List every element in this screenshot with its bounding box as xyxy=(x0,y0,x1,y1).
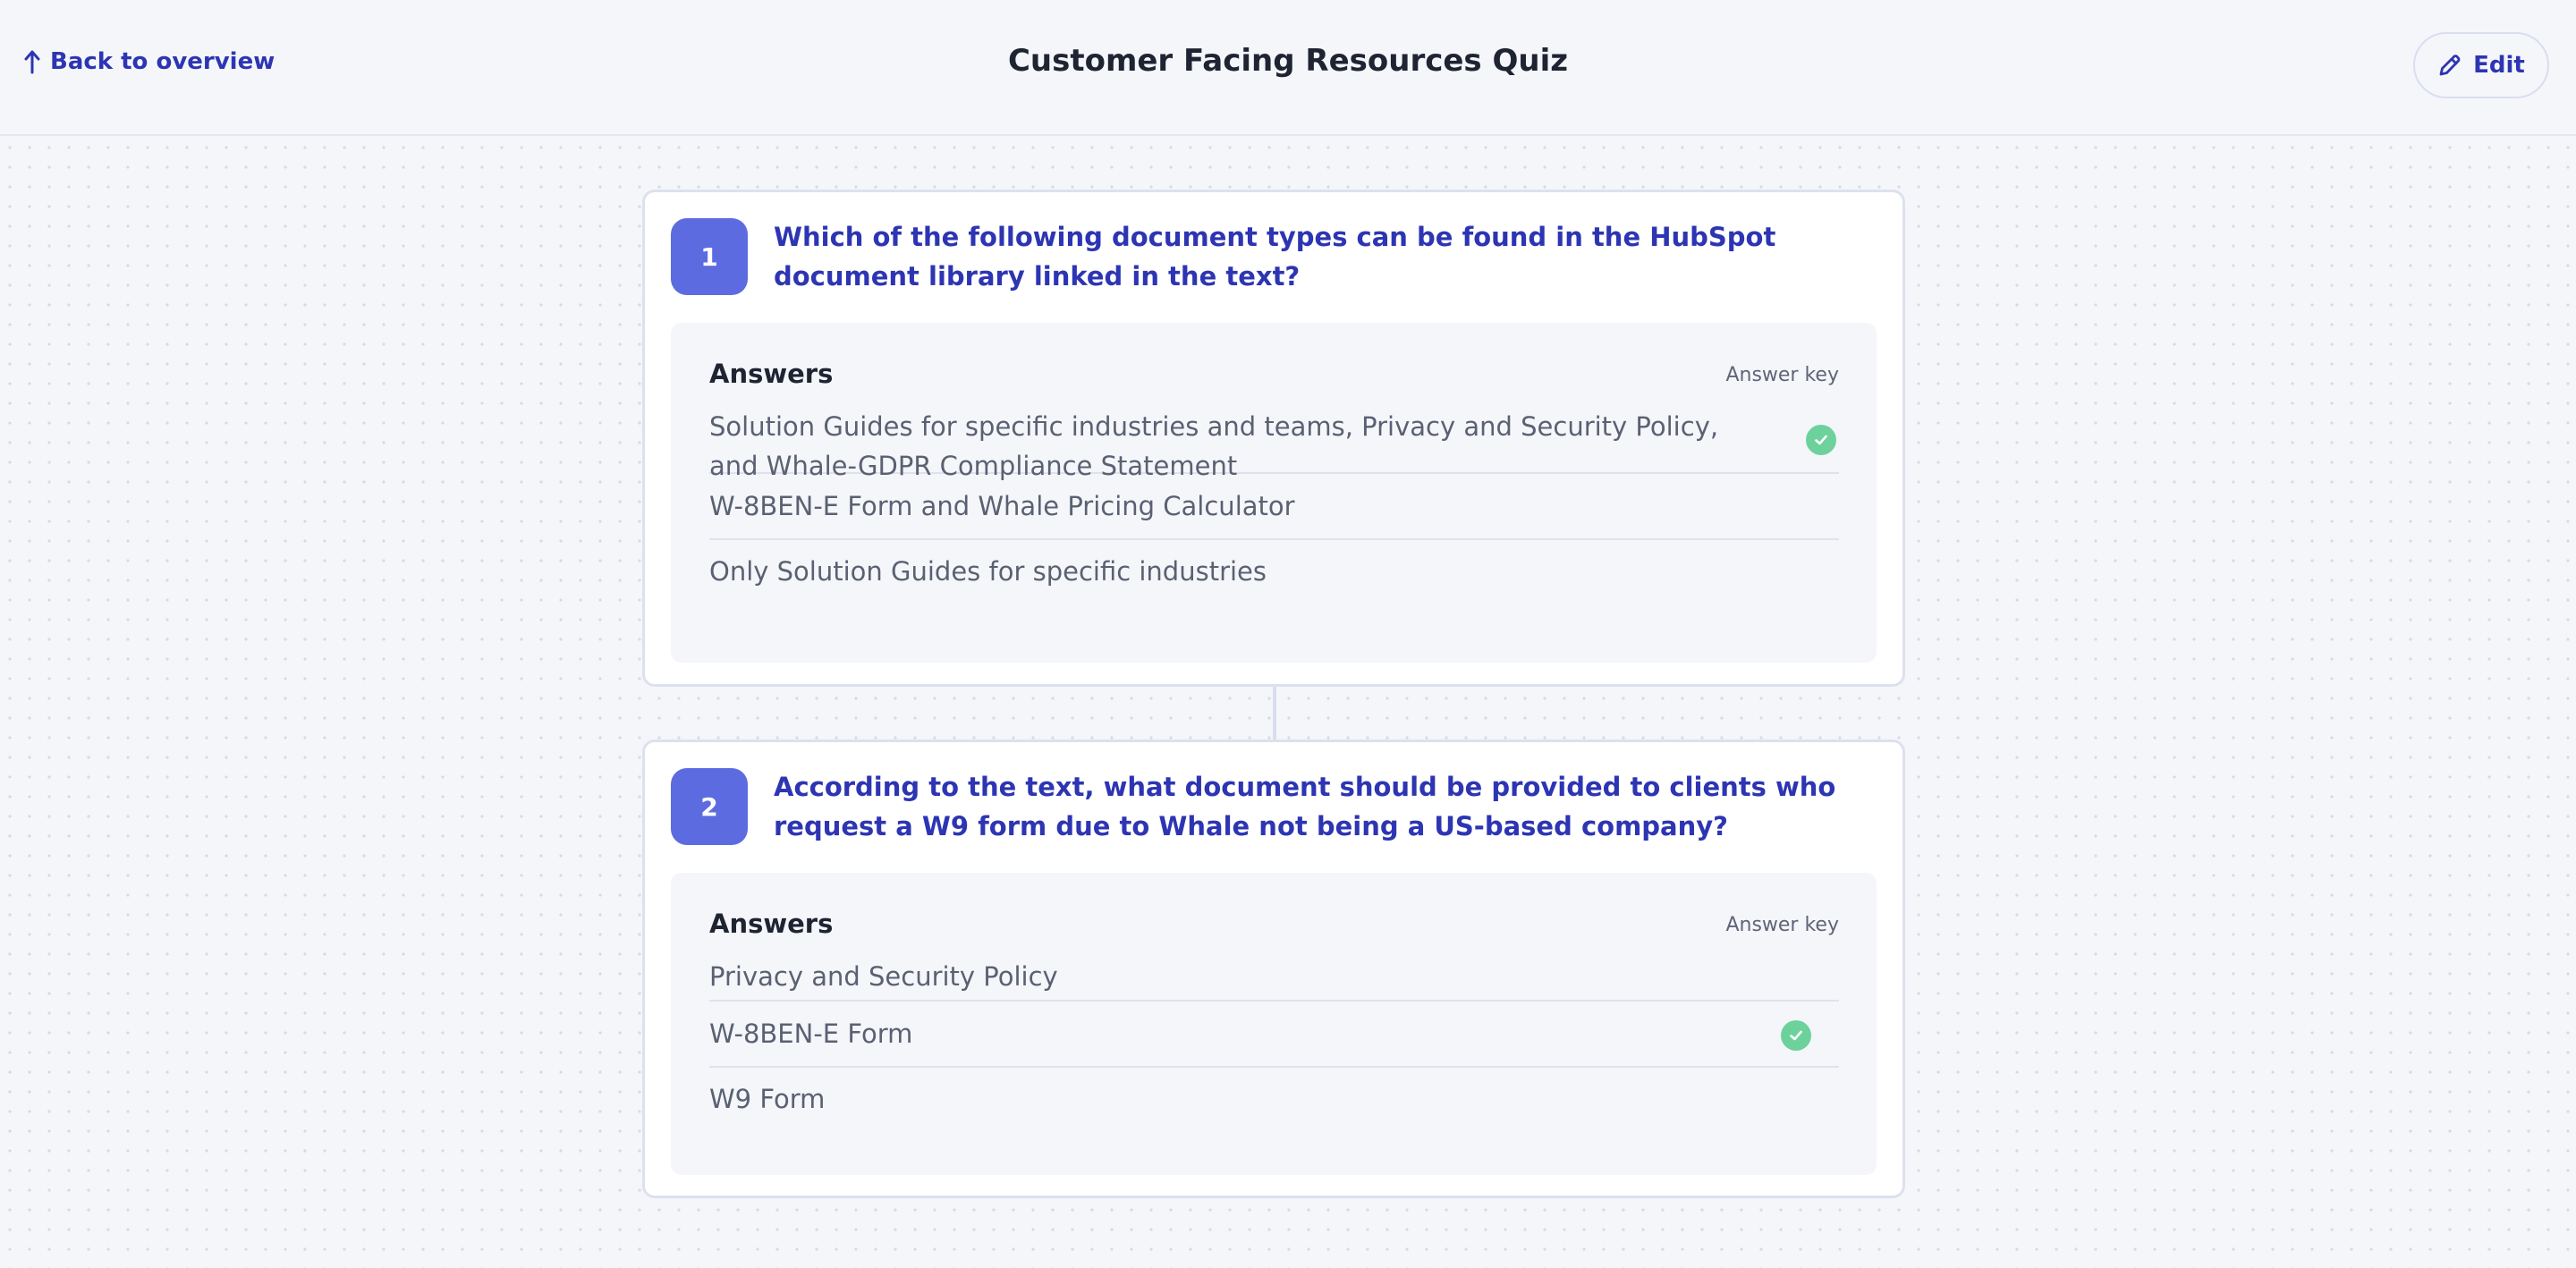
answer-option[interactable]: W-8BEN-E Form xyxy=(709,1002,1839,1068)
answer-text: Privacy and Security Policy xyxy=(709,961,1058,992)
answer-option[interactable]: Only Solution Guides for specific indust… xyxy=(709,540,1839,594)
answers-header: Answers Answer key xyxy=(709,359,1839,394)
question-text: According to the text, what document sho… xyxy=(774,772,1836,841)
answer-option[interactable]: W9 Form xyxy=(709,1068,1839,1121)
question-text: Which of the following document types ca… xyxy=(774,222,1776,292)
answers-title: Answers xyxy=(709,909,834,939)
answer-key-toggle[interactable]: Answer key xyxy=(1725,364,1839,386)
edit-button[interactable]: Edit xyxy=(2413,32,2549,98)
check-circle-icon xyxy=(1781,1020,1811,1051)
answer-option[interactable]: Privacy and Security Policy xyxy=(709,957,1839,1002)
question-card-2: 2 According to the text, what document s… xyxy=(642,740,1905,1198)
answer-text: Only Solution Guides for specific indust… xyxy=(709,556,1267,587)
answers-panel: Answers Answer key Solution Guides for s… xyxy=(671,323,1877,663)
answer-option[interactable]: W-8BEN-E Form and Whale Pricing Calculat… xyxy=(709,474,1839,540)
page-title: Customer Facing Resources Quiz xyxy=(1007,43,1569,79)
question-number-badge: 1 xyxy=(671,218,748,295)
answer-text: W-8BEN-E Form and Whale Pricing Calculat… xyxy=(709,491,1295,521)
top-bar: Back to overview Customer Facing Resourc… xyxy=(0,0,2576,136)
check-circle-icon xyxy=(1806,425,1836,455)
question-number-badge: 2 xyxy=(671,768,748,845)
answers-panel: Answers Answer key Privacy and Security … xyxy=(671,873,1877,1175)
question-card-1: 1 Which of the following document types … xyxy=(642,190,1905,687)
answers-header: Answers Answer key xyxy=(709,909,1839,944)
answer-key-toggle[interactable]: Answer key xyxy=(1725,914,1839,936)
edit-button-label: Edit xyxy=(2473,52,2525,79)
answer-text: W9 Form xyxy=(709,1084,826,1114)
answer-text: W-8BEN-E Form xyxy=(709,1019,913,1049)
answers-title: Answers xyxy=(709,359,834,389)
question-connector xyxy=(1273,687,1276,740)
pencil-icon xyxy=(2439,55,2461,76)
answer-option[interactable]: Solution Guides for specific industries … xyxy=(709,407,1839,481)
